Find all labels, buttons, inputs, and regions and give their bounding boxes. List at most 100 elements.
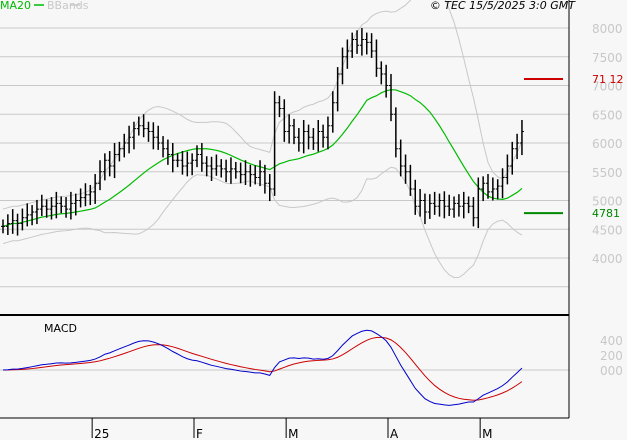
copyright-timestamp: © TEC 15/5/2025 3:0 GMT — [430, 0, 576, 12]
ohlc-bar — [199, 143, 204, 172]
legend-bbands: BBands — [47, 0, 89, 12]
ohlc-bar — [296, 128, 301, 152]
ohlc-bar — [306, 124, 311, 150]
ohlc-bar — [122, 133, 127, 158]
y-tick-label: 8000 — [592, 22, 623, 36]
macd-y-tick-label: 400 — [600, 334, 623, 348]
bband-upper-line — [2, 0, 523, 210]
ohlc-bar — [447, 194, 452, 217]
ohlc-bar — [34, 199, 39, 225]
ohlc-bar — [311, 128, 316, 150]
last-value-label: 71 12 — [592, 73, 624, 86]
signal-line — [2, 336, 523, 401]
ohlc-bar — [175, 153, 180, 168]
ohlc-bar — [384, 64, 389, 98]
ohlc-bar — [422, 193, 427, 225]
ohlc-bar — [88, 184, 93, 206]
ohlc-bar — [20, 208, 25, 231]
ohlc-bar — [301, 120, 306, 154]
ohlc-bar — [204, 156, 209, 177]
ohlc-bar — [325, 116, 330, 150]
ohlc-bar — [219, 159, 224, 178]
ohlc-bar — [15, 213, 20, 236]
ohlc-bar — [393, 107, 398, 158]
last-value-label: 4781 — [592, 207, 620, 220]
x-tick-label: 25 — [94, 427, 109, 440]
bband-lower-line — [2, 166, 523, 278]
ohlc-bar — [398, 139, 403, 177]
x-tick-label: M — [288, 427, 298, 440]
x-tick-label: A — [390, 427, 399, 440]
ohlc-bar — [185, 151, 190, 177]
y-tick-label: 6000 — [592, 137, 623, 151]
legend-ma20: MA20 — [0, 0, 31, 12]
ohlc-bar — [292, 118, 296, 145]
x-tick-label: F — [196, 427, 203, 440]
ohlc-bar — [44, 199, 49, 218]
ohlc-bar — [136, 116, 141, 136]
ohlc-bar — [228, 157, 233, 184]
ohlc-bar — [93, 174, 98, 204]
ohlc-bar — [161, 136, 166, 158]
macd-line — [2, 329, 523, 406]
ohlc-bar — [345, 39, 350, 69]
ohlc-bar — [170, 143, 175, 173]
ohlc-bar — [233, 161, 238, 179]
ohlc-bar — [180, 151, 185, 175]
ohlc-bar — [98, 160, 102, 191]
ohlc-bar — [321, 124, 326, 148]
ohlc-bar — [102, 153, 107, 181]
ohlc-bar — [141, 114, 146, 138]
y-tick-label: 4500 — [592, 223, 623, 237]
ohlc-bar — [495, 179, 500, 200]
ohlc-bar — [117, 141, 122, 162]
ohlc-bar — [253, 165, 258, 185]
ohlc-bar — [481, 176, 486, 202]
ohlc-bar — [437, 193, 442, 217]
ohlc-bar — [59, 196, 64, 214]
ohlc-bar — [330, 91, 335, 133]
ohlc-bar — [442, 191, 447, 219]
ohlc-bar — [369, 33, 374, 58]
ohlc-bar — [39, 194, 44, 217]
ohlc-bar — [214, 154, 219, 176]
ohlc-bar — [156, 125, 161, 150]
ohlc-bar — [151, 122, 156, 150]
ohlc-bar — [30, 205, 35, 226]
ohlc-bar — [146, 121, 151, 142]
ohlc-bar — [1, 219, 5, 234]
y-tick-label: 7500 — [592, 51, 623, 65]
ohlc-bar — [238, 162, 243, 184]
ohlc-bar — [78, 188, 83, 208]
macd-y-tick-label: 200 — [600, 349, 623, 363]
ohlc-bar — [340, 47, 345, 85]
ohlc-bar — [267, 174, 272, 202]
macd-y-tick-label: 000 — [600, 364, 623, 378]
y-tick-label: 5500 — [592, 166, 623, 180]
ohlc-bar — [282, 99, 287, 142]
ohlc-bar — [452, 196, 457, 218]
ohlc-bar — [335, 67, 340, 112]
ohlc-bar — [466, 196, 471, 214]
macd-panel-title: MACD — [44, 322, 77, 335]
ohlc-bar — [359, 28, 364, 56]
ohlc-bar — [248, 164, 253, 187]
ohlc-bar — [427, 194, 432, 219]
ohlc-bar — [316, 120, 321, 152]
ohlc-bar — [461, 191, 466, 219]
ohlc-bar — [25, 203, 30, 227]
ohlc-bar — [10, 209, 15, 234]
ohlc-bar — [510, 141, 515, 175]
ohlc-bar — [519, 120, 524, 156]
ohlc-bar — [83, 183, 88, 207]
ohlc-bar — [364, 32, 369, 55]
ohlc-bar — [224, 159, 229, 183]
ohlc-bar — [432, 191, 437, 215]
ohlc-bar — [408, 164, 413, 196]
ohlc-bar — [374, 39, 379, 77]
ohlc-bar — [456, 194, 461, 217]
ohlc-bar — [258, 160, 263, 187]
ohlc-bar — [500, 168, 505, 199]
ohlc-bar — [379, 61, 384, 85]
stock-chart: 8000750070006500600055005000450040004002… — [0, 0, 624, 440]
